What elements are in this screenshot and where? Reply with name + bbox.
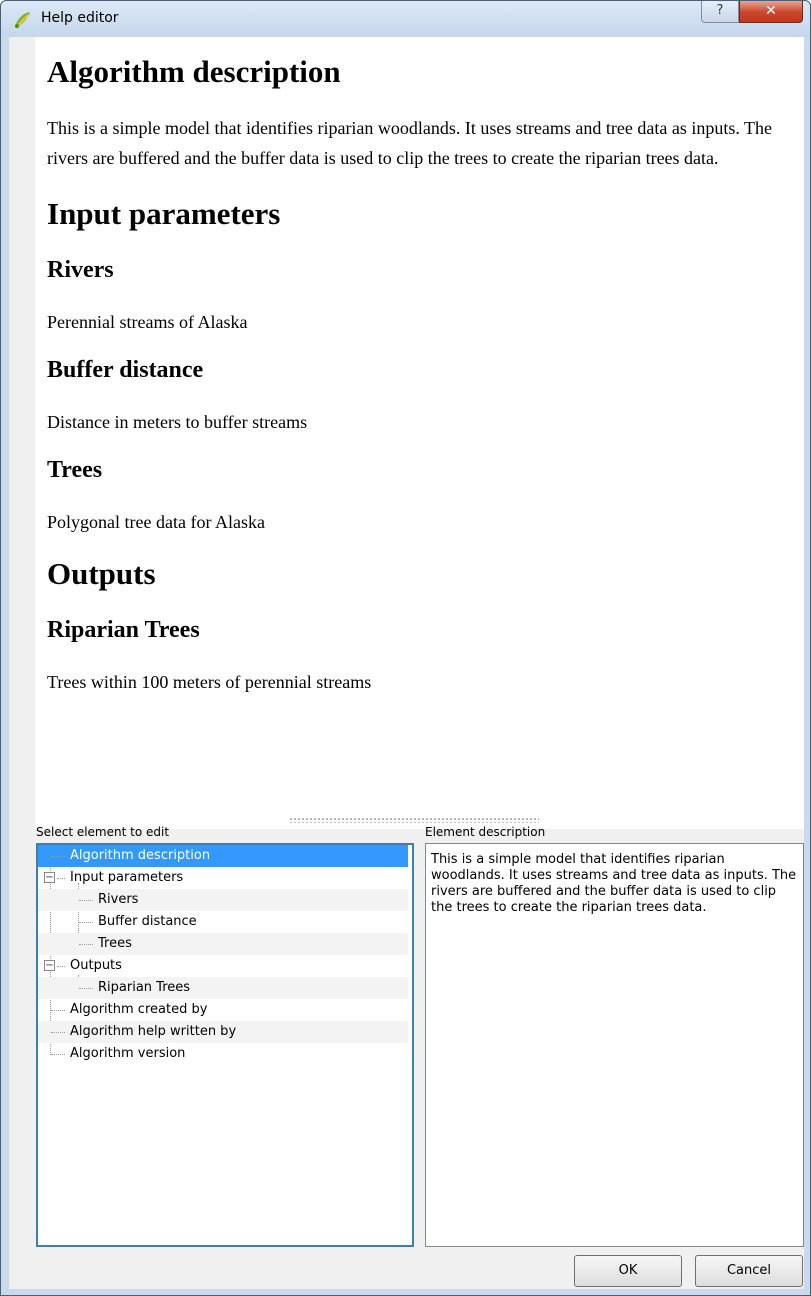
algorithm-description-text: This is a simple model that identifies r… [47, 118, 773, 168]
tree-item-label: Rivers [98, 892, 139, 907]
tree-connector [79, 922, 93, 923]
tree-item-input-parameters[interactable]: − Input parameters [38, 867, 408, 889]
help-editor-window: Help editor ? ✕ Algorithm description Th… [0, 0, 811, 1296]
qgis-logo-icon [15, 12, 30, 29]
param-description-buffer-distance: Distance in meters to buffer streams [47, 412, 308, 432]
help-button[interactable]: ? [701, 1, 739, 23]
tree-item-label: Riparian Trees [98, 980, 191, 995]
tree-item-outputs[interactable]: − Outputs [38, 955, 408, 977]
param-name-trees: Trees [47, 457, 103, 483]
tree-item-trees[interactable]: Trees [38, 933, 408, 955]
tree-item-label: Algorithm version [70, 1046, 186, 1061]
tree-item-buffer-distance[interactable]: Buffer distance [38, 911, 408, 933]
param-name-rivers: Rivers [47, 257, 114, 283]
algorithm-description-heading: Algorithm description [47, 54, 341, 89]
tree-connector [51, 1054, 65, 1055]
element-description-text[interactable]: This is a simple model that identifies r… [431, 852, 796, 915]
tree-connector [57, 966, 65, 967]
tree-item-algorithm-help-written-by[interactable]: Algorithm help written by [38, 1021, 408, 1043]
tree-item-label: Algorithm description [70, 848, 211, 863]
tree-connector [51, 856, 65, 857]
input-parameters-heading: Input parameters [47, 196, 281, 231]
tree-item-label: Algorithm created by [70, 1002, 208, 1017]
tree-connector [79, 900, 93, 901]
param-description-trees: Polygonal tree data for Alaska [47, 512, 265, 532]
param-description-rivers: Perennial streams of Alaska [47, 312, 248, 332]
ok-button[interactable]: OK [574, 1255, 682, 1287]
outputs-heading: Outputs [47, 556, 156, 591]
tree-item-label: Input parameters [70, 870, 184, 885]
output-description-riparian-trees: Trees within 100 meters of perennial str… [47, 672, 372, 692]
select-element-label: Select element to edit [36, 825, 170, 839]
tree-item-rivers[interactable]: Rivers [38, 889, 408, 911]
tree-connector [51, 1010, 65, 1011]
tree-item-riparian-trees[interactable]: Riparian Trees [38, 977, 408, 999]
dialog-body: Algorithm description This is a simple m… [9, 37, 804, 1289]
collapse-icon[interactable]: − [44, 960, 55, 971]
element-description-label: Element description [425, 825, 546, 839]
close-button[interactable]: ✕ [739, 1, 803, 23]
tree-item-label: Outputs [70, 958, 122, 973]
title-bar[interactable]: Help editor ? ✕ [1, 1, 810, 37]
tree-item-algorithm-version[interactable]: Algorithm version [38, 1043, 408, 1065]
tree-connector [51, 1032, 65, 1033]
tree-connector [79, 988, 93, 989]
param-name-buffer-distance: Buffer distance [47, 357, 204, 383]
cancel-button[interactable]: Cancel [695, 1255, 803, 1287]
output-name-riparian-trees: Riparian Trees [47, 617, 200, 643]
help-preview-pane: Algorithm description This is a simple m… [35, 37, 804, 829]
element-description-editor[interactable]: This is a simple model that identifies r… [425, 843, 804, 1247]
tree-connector [57, 878, 65, 879]
collapse-icon[interactable]: − [44, 872, 55, 883]
window-title: Help editor [41, 10, 119, 26]
tree-item-label: Trees [98, 936, 132, 951]
element-tree[interactable]: Algorithm description − Input parameters… [36, 843, 414, 1247]
tree-item-algorithm-created-by[interactable]: Algorithm created by [38, 999, 408, 1021]
tree-item-label: Buffer distance [98, 914, 197, 929]
tree-connector [79, 944, 93, 945]
tree-item-algorithm-description[interactable]: Algorithm description [38, 845, 408, 867]
splitter-handle[interactable] [289, 817, 539, 823]
tree-item-label: Algorithm help written by [70, 1024, 237, 1039]
